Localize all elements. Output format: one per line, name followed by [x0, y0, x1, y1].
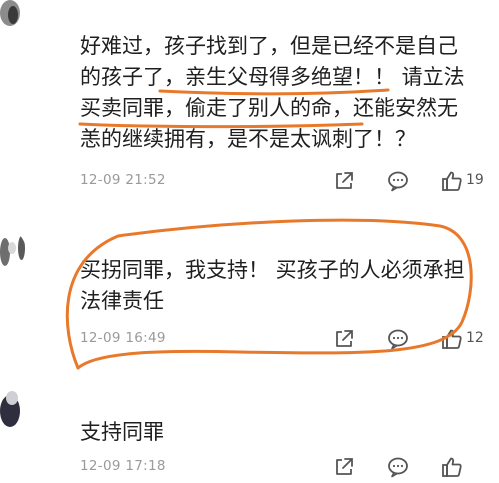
comment-line: 的孩子了，亲生父母得多绝望！！ 请立法 [80, 65, 465, 89]
comment-line: 买卖同罪，偷走了别人的命，还能安然无 [80, 96, 458, 120]
thumbs-up-icon[interactable] [440, 327, 464, 351]
comment-line: 支持同罪 [80, 420, 164, 444]
share-icon[interactable] [332, 455, 356, 479]
comment-icon[interactable] [386, 169, 410, 193]
comment-icon[interactable] [386, 455, 410, 479]
avatar[interactable] [0, 0, 24, 32]
avatar[interactable] [0, 387, 28, 433]
thumbs-up-icon[interactable] [440, 169, 464, 193]
comment-line: 法律责任 [80, 289, 164, 313]
comment-text: 支持同罪 [80, 417, 164, 448]
timestamp: 12-09 21:52 [80, 172, 166, 188]
avatar[interactable] [0, 228, 26, 274]
comment-line: 买拐同罪，我支持！ 买孩子的人必须承担 [80, 258, 465, 282]
timestamp: 12-09 16:49 [80, 330, 166, 346]
comment-meta-row: 12-09 17:18 [80, 455, 490, 481]
timestamp: 12-09 17:18 [80, 458, 166, 474]
comment-line: 好难过，孩子找到了，但是已经不是自己 [80, 34, 458, 58]
share-icon[interactable] [332, 169, 356, 193]
comment-icon[interactable] [386, 327, 410, 351]
thumbs-up-icon[interactable] [440, 455, 464, 479]
comment-text: 买拐同罪，我支持！ 买孩子的人必须承担 法律责任 [80, 255, 465, 317]
comment-text: 好难过，孩子找到了，但是已经不是自己 的孩子了，亲生父母得多绝望！！ 请立法 买… [80, 31, 465, 155]
comment-line: 恙的继续拥有，是不是太讽刺了！？ [80, 127, 416, 151]
like-count: 19 [466, 172, 484, 188]
comment-meta-row: 12-09 21:52 19 [80, 169, 490, 195]
share-icon[interactable] [332, 327, 356, 351]
like-count: 12 [466, 330, 484, 346]
comment-meta-row: 12-09 16:49 12 [80, 327, 490, 353]
